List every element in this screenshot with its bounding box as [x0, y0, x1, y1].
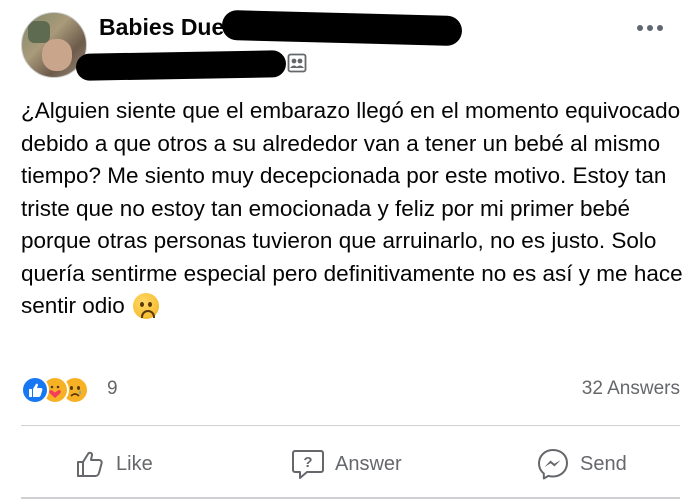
answers-count[interactable]: 32 Answers: [582, 378, 680, 400]
group-members-icon: [287, 53, 307, 73]
post-text: ¿Alguien siente que el embarazo llegó en…: [21, 98, 683, 318]
question-bubble-icon: ?: [292, 450, 324, 479]
more-horizontal-icon[interactable]: [637, 18, 671, 32]
redaction-bar: [221, 9, 463, 47]
send-label: Send: [580, 452, 627, 475]
like-button[interactable]: Like: [74, 445, 153, 483]
divider: [21, 425, 680, 426]
svg-text:?: ?: [303, 454, 312, 471]
answer-button[interactable]: ? Answer: [291, 445, 402, 483]
send-button[interactable]: Send: [536, 445, 627, 483]
like-reaction-icon: [21, 376, 49, 404]
divider: [21, 497, 680, 499]
post-header: Babies Due: [0, 0, 700, 90]
post-body: ¿Alguien siente que el embarazo llegó en…: [21, 95, 686, 323]
messenger-icon: [538, 449, 568, 480]
group-name[interactable]: Babies Due: [99, 14, 224, 41]
like-label: Like: [116, 452, 153, 475]
sad-face-icon: [132, 293, 159, 319]
thumbs-up-icon: [77, 451, 103, 477]
answer-label: Answer: [335, 452, 402, 475]
reaction-count[interactable]: 9: [107, 378, 118, 400]
redaction-bar: [75, 50, 287, 81]
post-stats: 9 32 Answers: [21, 374, 680, 404]
